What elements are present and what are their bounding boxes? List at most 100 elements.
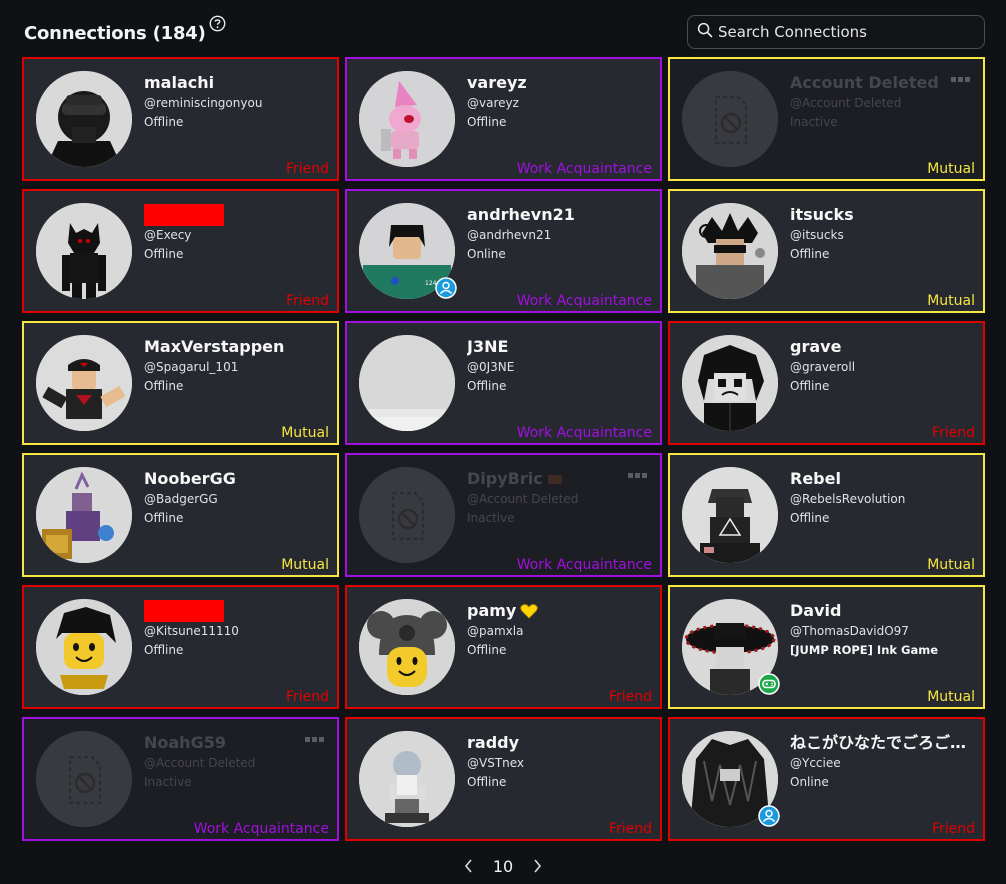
game-status[interactable]: [JUMP ROPE] Ink Game <box>790 641 973 660</box>
connection-info: David @ThomasDavidO97 [JUMP ROPE] Ink Game <box>790 600 973 660</box>
redacted-name-block <box>144 204 224 226</box>
avatar[interactable] <box>36 731 132 827</box>
relationship-tag: Friend <box>608 689 652 705</box>
display-name-text: malachi <box>144 73 215 92</box>
username: @Account Deleted <box>467 492 579 506</box>
connection-card[interactable]: Account Deleted @Account Deleted Inactive M… <box>668 57 985 181</box>
relationship-tag: Friend <box>931 425 975 441</box>
avatar[interactable] <box>359 599 455 695</box>
relationship-tag: Mutual <box>927 557 975 573</box>
connection-card[interactable]: 124 andrhevn21 @andrhevn21 Online Work Acqua… <box>345 189 662 313</box>
help-icon[interactable] <box>209 15 226 36</box>
connection-info: Account Deleted @Account Deleted Inactive <box>790 72 973 132</box>
search-icon <box>697 22 713 42</box>
relationship-tag: Friend <box>931 821 975 837</box>
connection-card[interactable]: David @ThomasDavidO97 [JUMP ROPE] Ink Game… <box>668 585 985 709</box>
prev-page-button[interactable] <box>463 858 475 874</box>
pagination: 10 <box>0 852 1006 880</box>
avatar[interactable] <box>36 599 132 695</box>
search-box[interactable] <box>687 15 985 49</box>
more-options-icon[interactable] <box>951 75 971 83</box>
avatar[interactable] <box>36 203 132 299</box>
avatar[interactable] <box>682 731 780 827</box>
avatar[interactable] <box>682 203 778 299</box>
connection-card[interactable]: malachi @reminiscingonyou Offline Friend <box>22 57 339 181</box>
display-name: NoahG59 <box>144 732 327 754</box>
connection-info: @Execy Offline <box>144 204 327 264</box>
presence-status: Offline <box>144 247 184 261</box>
more-options-icon[interactable] <box>628 471 648 479</box>
connection-card[interactable]: NooberGG @BadgerGG Offline Mutual <box>22 453 339 577</box>
avatar[interactable] <box>359 71 455 167</box>
connection-info: MaxVerstappen @Spagarul_101 Offline <box>144 336 327 396</box>
presence-status: Online <box>467 247 506 261</box>
connection-info: raddy @VSTnex Offline <box>467 732 650 792</box>
connection-card[interactable]: vareyz @vareyz Offline Work Acquaintance <box>345 57 662 181</box>
avatar[interactable] <box>36 467 132 563</box>
avatar[interactable] <box>359 467 455 563</box>
display-name-text: J3NE <box>467 337 509 356</box>
connection-card[interactable]: ねこがひなたでごろご… @Ycciee Online Friend <box>668 717 985 841</box>
online-status-icon <box>758 805 780 827</box>
avatar[interactable]: 124 <box>359 203 457 299</box>
relationship-tag: Mutual <box>927 689 975 705</box>
avatar-image <box>36 203 132 299</box>
connection-card[interactable]: NoahG59 @Account Deleted Inactive Work Acqu… <box>22 717 339 841</box>
connection-card[interactable]: DipyBric @Account Deleted Inactive Work Acq… <box>345 453 662 577</box>
connection-info: @Kitsune11110 Offline <box>144 600 327 660</box>
connection-card[interactable]: @Execy Offline Friend <box>22 189 339 313</box>
presence-status: Offline <box>467 775 507 789</box>
connection-card[interactable]: @Kitsune11110 Offline Friend <box>22 585 339 709</box>
display-name: NooberGG <box>144 468 327 490</box>
display-name <box>144 600 327 622</box>
avatar[interactable] <box>359 731 455 827</box>
avatar[interactable] <box>682 335 778 431</box>
next-page-button[interactable] <box>531 858 543 874</box>
avatar[interactable] <box>359 335 455 431</box>
username: @Execy <box>144 228 192 242</box>
connection-card[interactable]: itsucks @itsucks Offline Mutual <box>668 189 985 313</box>
heart-icon <box>520 603 539 619</box>
connection-card[interactable]: raddy @VSTnex Offline Friend <box>345 717 662 841</box>
username: @graveroll <box>790 360 856 374</box>
avatar-image <box>359 599 455 695</box>
connection-card[interactable]: MaxVerstappen @Spagarul_101 Offline Mutual <box>22 321 339 445</box>
relationship-tag: Work Acquaintance <box>193 821 329 837</box>
display-name: raddy <box>467 732 650 754</box>
avatar[interactable] <box>682 71 778 167</box>
connection-card[interactable]: grave @graveroll Offline Friend <box>668 321 985 445</box>
relationship-tag: Mutual <box>281 557 329 573</box>
avatar-image <box>36 335 132 431</box>
redacted-name-block <box>144 600 224 622</box>
presence-status: Offline <box>790 511 830 525</box>
search-input[interactable] <box>718 23 968 41</box>
display-name: MaxVerstappen <box>144 336 327 358</box>
connection-card[interactable]: J3NE @0J3NE Offline Work Acquaintance <box>345 321 662 445</box>
brick-icon <box>547 473 563 486</box>
username: @ThomasDavidO97 <box>790 624 909 638</box>
connection-card[interactable]: pamy @pamxla Offline Friend <box>345 585 662 709</box>
avatar-image <box>682 467 778 563</box>
avatar[interactable] <box>682 599 780 695</box>
avatar[interactable] <box>682 467 778 563</box>
relationship-tag: Mutual <box>281 425 329 441</box>
connection-card[interactable]: Rebel @RebelsRevolution Offline Mutual <box>668 453 985 577</box>
username: @reminiscingonyou <box>144 96 263 110</box>
more-options-icon[interactable] <box>305 735 325 743</box>
avatar[interactable] <box>36 335 132 431</box>
connection-info: andrhevn21 @andrhevn21 Online <box>467 204 650 264</box>
connection-info: itsucks @itsucks Offline <box>790 204 973 264</box>
avatar[interactable] <box>36 71 132 167</box>
display-name: Account Deleted <box>790 72 973 94</box>
presence-status: Offline <box>790 247 830 261</box>
relationship-tag: Friend <box>285 161 329 177</box>
relationship-tag: Work Acquaintance <box>516 161 652 177</box>
username: @itsucks <box>790 228 844 242</box>
connection-info: DipyBric @Account Deleted Inactive <box>467 468 650 528</box>
display-name-text: andrhevn21 <box>467 205 575 224</box>
connection-info: ねこがひなたでごろご… @Ycciee Online <box>790 732 973 792</box>
presence-status: Inactive <box>144 775 192 789</box>
connection-info: pamy @pamxla Offline <box>467 600 650 660</box>
page-title: Connections (184) <box>24 22 206 44</box>
display-name-text: Account Deleted <box>790 73 939 92</box>
